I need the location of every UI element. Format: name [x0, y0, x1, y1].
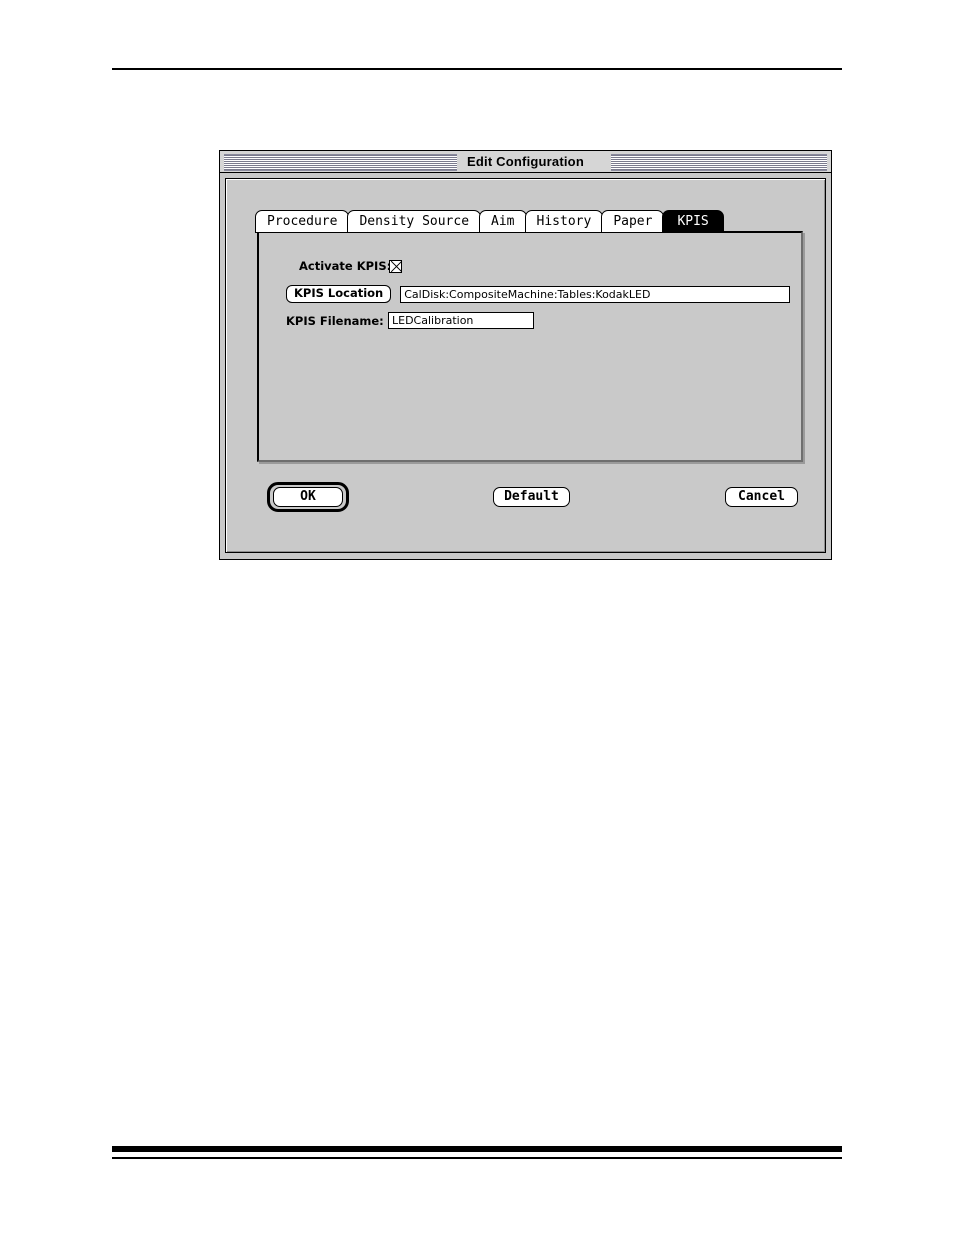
dialog-body: Procedure Density Source Aim History Pap…	[225, 178, 826, 553]
titlebar-pinstripes-right	[611, 154, 827, 171]
tab-aim[interactable]: Aim	[479, 210, 527, 233]
kpis-location-button[interactable]: KPIS Location	[286, 285, 392, 303]
tab-procedure[interactable]: Procedure	[255, 210, 350, 233]
dialog-title: Edit Configuration	[457, 151, 594, 172]
tab-kpis[interactable]: KPIS	[662, 210, 724, 233]
ok-button[interactable]: OK	[273, 487, 343, 507]
tab-paper[interactable]: Paper	[601, 210, 665, 233]
kpis-filename-input[interactable]: LEDCalibration	[388, 312, 534, 329]
tab-history[interactable]: History	[524, 210, 604, 233]
activate-kpis-label: Activate KPIS:	[299, 259, 392, 273]
page-footer-rule-thin	[112, 1157, 842, 1159]
kpis-filename-row: KPIS Filename: LEDCalibration	[286, 312, 534, 329]
kpis-tab-panel: Activate KPIS: KPIS Location CalDisk:Com…	[257, 231, 803, 462]
dialog-button-bar: OK Default Cancel	[226, 482, 825, 522]
default-button[interactable]: Default	[493, 487, 570, 507]
dialog-titlebar[interactable]: Edit Configuration	[220, 151, 831, 173]
page-header-rule	[112, 68, 842, 70]
kpis-filename-label: KPIS Filename:	[286, 313, 384, 328]
activate-kpis-row: Activate KPIS:	[299, 259, 403, 273]
tab-strip: Procedure Density Source Aim History Pap…	[255, 210, 724, 233]
kpis-location-row: KPIS Location CalDisk:CompositeMachine:T…	[286, 285, 791, 303]
kpis-location-input[interactable]: CalDisk:CompositeMachine:Tables:KodakLED	[400, 285, 791, 303]
tab-density-source[interactable]: Density Source	[347, 210, 482, 233]
activate-kpis-checkbox[interactable]	[389, 259, 403, 273]
edit-configuration-dialog: Edit Configuration Procedure Density Sou…	[219, 150, 832, 560]
page-footer-rule-thick	[112, 1146, 842, 1152]
cancel-button[interactable]: Cancel	[725, 487, 798, 507]
